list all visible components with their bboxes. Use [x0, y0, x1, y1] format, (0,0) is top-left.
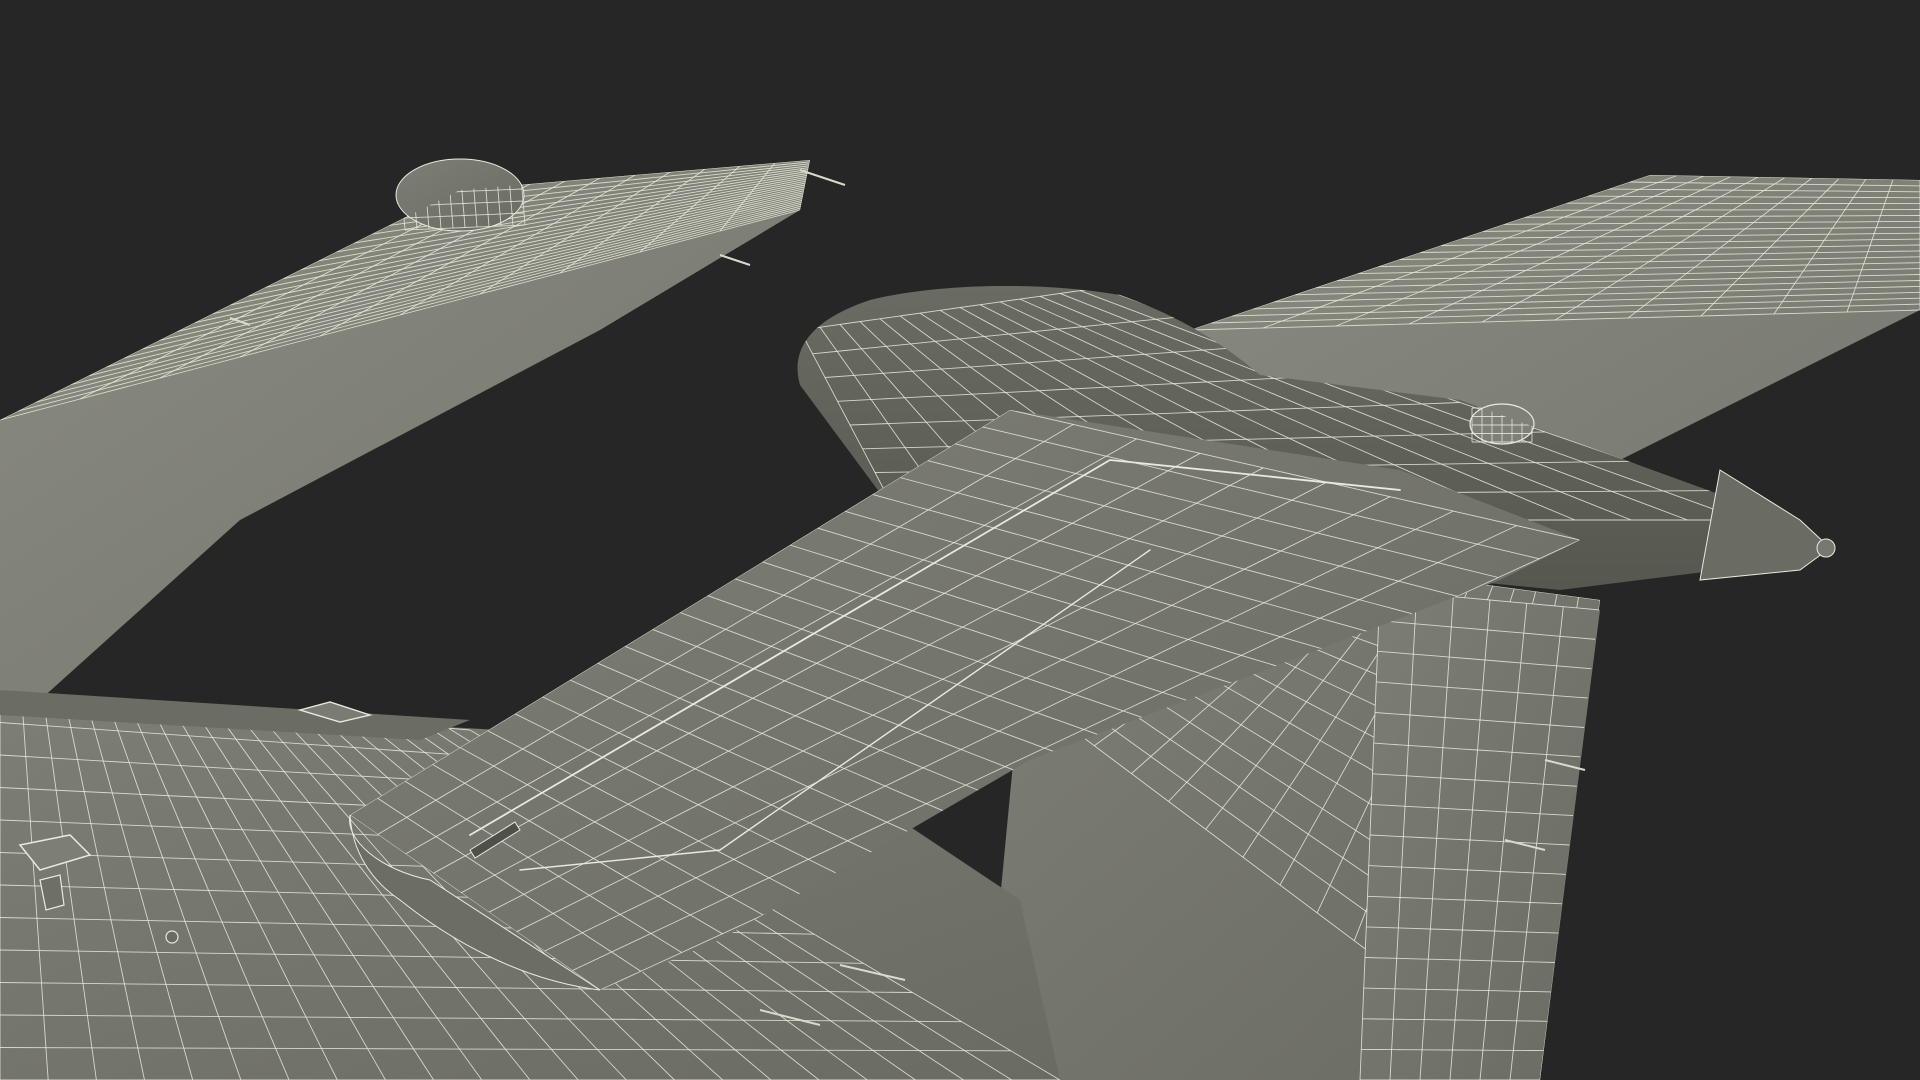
left-wing-nacelle: [395, 158, 525, 232]
tail-cone-tip: [1816, 538, 1836, 558]
belly-vent: [165, 930, 179, 944]
aircraft-wireframe-render: [0, 0, 1920, 1080]
